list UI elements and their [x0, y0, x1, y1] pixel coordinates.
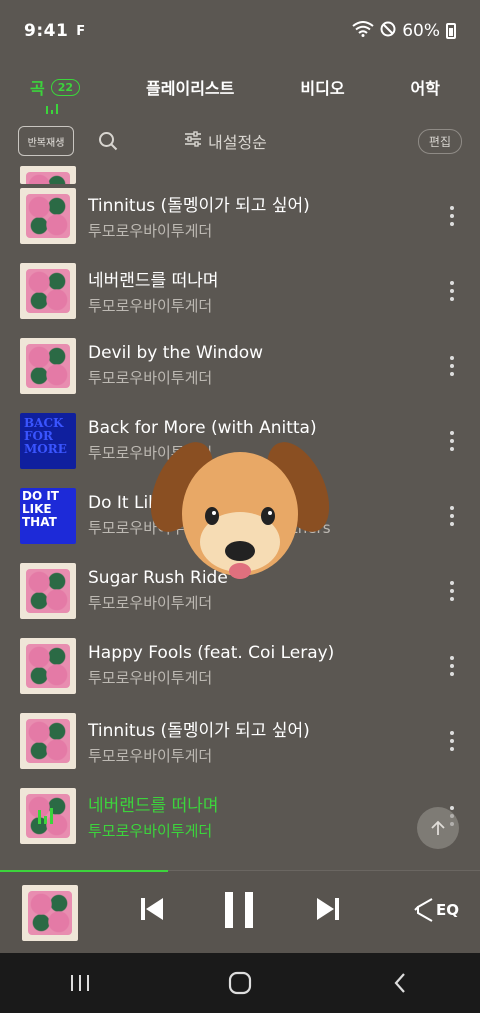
track-row[interactable]: Tinnitus (돌멩이가 되고 싶어) 투모로우바이투게더 — [0, 703, 480, 778]
now-playing-bars-icon — [38, 807, 53, 824]
status-time: 9:41 — [24, 21, 69, 41]
battery-icon — [446, 23, 456, 39]
eq-label: EQ — [436, 901, 459, 919]
track-artist: 투모로우바이투게더 — [88, 821, 213, 840]
next-track-icon[interactable] — [314, 895, 342, 923]
album-art — [20, 712, 76, 769]
more-options-icon[interactable] — [444, 501, 460, 531]
tab-language[interactable]: 어학 — [411, 75, 440, 99]
album-art — [20, 187, 76, 244]
arrow-up-icon — [431, 820, 445, 835]
more-options-icon[interactable] — [444, 651, 460, 681]
track-row[interactable]: 네버랜드를 떠나며 투모로우바이투게더 — [0, 253, 480, 328]
track-artist: 투모로우바이투게더 — [88, 369, 213, 387]
more-options-icon[interactable] — [444, 726, 460, 756]
track-artist: 투모로우바이투게더 — [88, 746, 213, 765]
recent-apps-icon[interactable] — [60, 963, 100, 1003]
sort-button[interactable]: 내설정순 — [184, 129, 267, 153]
sort-label: 내설정순 — [208, 133, 267, 152]
track-artist: 투모로우바이투게더 — [88, 221, 213, 240]
track-row[interactable]: Happy Fools (feat. Coi Leray) 투모로우바이투게더 — [0, 628, 480, 703]
album-art — [20, 562, 76, 619]
more-options-icon[interactable] — [444, 276, 460, 306]
track-row[interactable]: Tinnitus (돌멩이가 되고 싶어) 투모로우바이투게더 — [0, 178, 480, 253]
track-title: Devil by the Window — [88, 343, 264, 363]
track-artist: 투모로우바이투게더 — [88, 594, 213, 612]
tab-songs[interactable]: 곡 22 — [30, 75, 81, 114]
scroll-to-top-button[interactable] — [417, 807, 459, 849]
track-title: Happy Fools (feat. Coi Leray) — [88, 643, 335, 663]
more-options-icon[interactable] — [444, 576, 460, 606]
more-options-icon[interactable] — [444, 426, 460, 456]
wifi-icon — [352, 20, 374, 42]
album-art — [20, 412, 76, 469]
tab-playlists[interactable]: 플레이리스트 — [146, 75, 234, 99]
equalizer-button[interactable]: EQ — [414, 897, 459, 923]
more-options-icon[interactable] — [444, 351, 460, 381]
status-bar: 9:41 F 60% — [0, 0, 480, 62]
track-title: 네버랜드를 떠나며 — [88, 270, 219, 291]
tab-playlists-label: 플레이리스트 — [146, 79, 235, 98]
back-icon[interactable] — [380, 963, 420, 1003]
speaker-icon — [414, 898, 433, 922]
repeat-button-label: 반복재생 — [27, 137, 65, 149]
mini-player[interactable]: EQ — [0, 870, 480, 953]
tab-videos-label: 비디오 — [300, 79, 345, 98]
battery-text: 60% — [402, 21, 440, 41]
tab-language-label: 어학 — [410, 79, 440, 98]
list-toolbar: 반복재생 내설정순 편집 — [0, 120, 480, 162]
tab-videos[interactable]: 비디오 — [300, 75, 344, 99]
track-title: Tinnitus (돌멩이가 되고 싶어) — [88, 720, 310, 741]
tab-bar: 곡 22 플레이리스트 비디오 어학 — [0, 62, 480, 114]
album-art — [20, 262, 76, 319]
tab-songs-label: 곡 — [30, 79, 45, 98]
edit-button[interactable]: 편집 — [417, 128, 462, 154]
carrier-icon: F — [76, 23, 86, 39]
previous-track-icon[interactable] — [138, 895, 166, 923]
dog-face-sticker-icon[interactable] — [150, 432, 330, 582]
track-row-now-playing[interactable]: 네버랜드를 떠나며 투모로우바이투게더 — [0, 778, 480, 853]
track-title: 네버랜드를 떠나며 — [88, 795, 219, 816]
track-title: Tinnitus (돌멩이가 되고 싶어) — [88, 195, 310, 216]
track-row[interactable]: Devil by the Window 투모로우바이투게더 — [0, 328, 480, 403]
playback-progress-bar[interactable] — [0, 870, 168, 872]
do-not-disturb-icon — [380, 21, 396, 42]
album-art — [20, 637, 76, 694]
track-artist: 투모로우바이투게더 — [88, 669, 213, 687]
search-icon[interactable] — [96, 129, 120, 153]
track-artist: 투모로우바이투게더 — [88, 296, 213, 315]
equalizer-bars-icon — [46, 104, 58, 114]
album-art — [20, 337, 76, 394]
tab-songs-count-badge: 22 — [50, 78, 81, 96]
system-nav-bar — [0, 953, 480, 1013]
more-options-icon[interactable] — [444, 201, 460, 231]
album-art — [20, 487, 76, 544]
player-album-art[interactable] — [22, 885, 78, 941]
home-icon[interactable] — [220, 963, 260, 1003]
album-art — [20, 787, 76, 844]
pause-icon[interactable] — [222, 891, 256, 929]
repeat-button[interactable]: 반복재생 — [18, 126, 74, 156]
sort-icon — [184, 131, 202, 151]
